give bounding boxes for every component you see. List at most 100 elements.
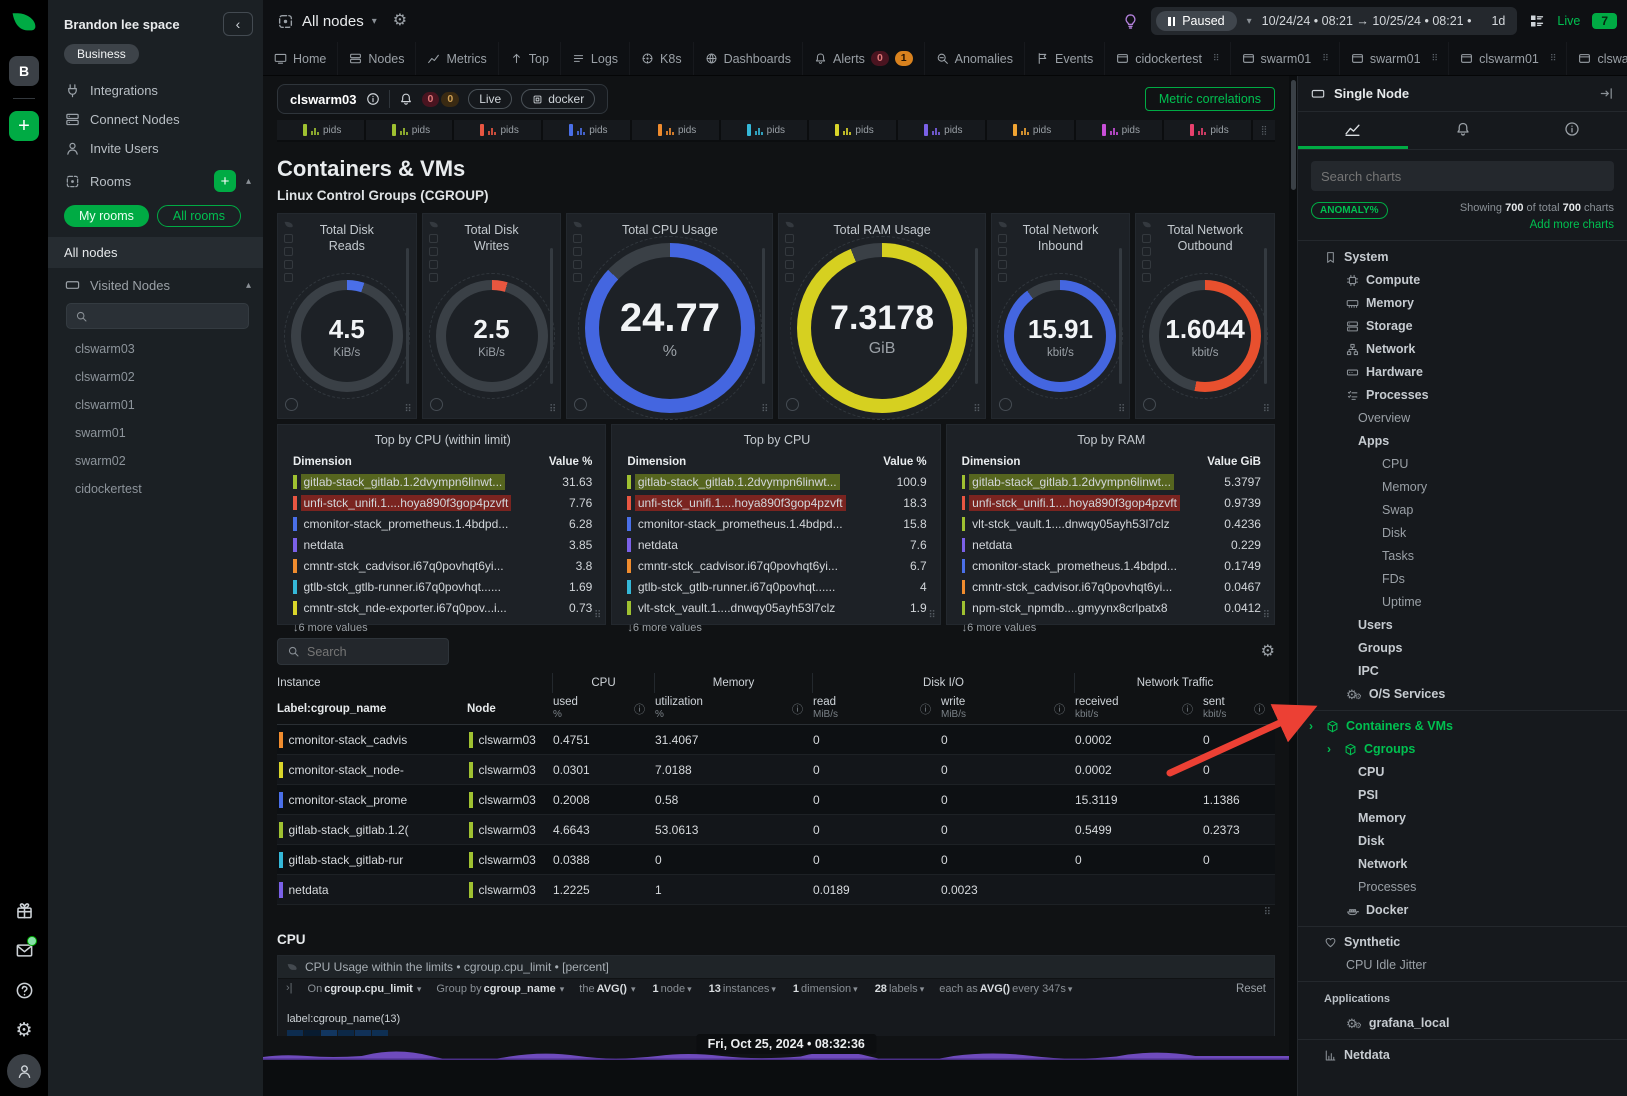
- time-range-text[interactable]: 10/24/24 • 08:21 → 10/25/24 • 08:21 •: [1262, 14, 1472, 28]
- dimension-header[interactable]: Dimension: [962, 456, 1021, 468]
- tree-item-grafana-local[interactable]: ⚙⚙ grafana_local: [1298, 1012, 1627, 1035]
- pids-mini-chart[interactable]: pids: [366, 120, 455, 140]
- table-search[interactable]: [277, 638, 449, 665]
- live-node-count-badge[interactable]: 7: [1592, 13, 1617, 29]
- pids-mini-chart[interactable]: pids: [632, 120, 721, 140]
- tab-k8s[interactable]: K8s: [630, 42, 694, 75]
- main-scrollbar[interactable]: [1289, 76, 1297, 1096]
- table-resize-handle[interactable]: ⠿: [277, 905, 1275, 920]
- netdata-logo-icon[interactable]: [9, 10, 39, 36]
- chart-control[interactable]: each asAVG()every 347s▾: [939, 983, 1072, 995]
- tab-drag-handle[interactable]: ⠿: [1432, 53, 1438, 64]
- toplist-row[interactable]: gitlab-stack_gitlab.1.2dvympn6linwt... 1…: [627, 471, 926, 492]
- tab-home[interactable]: Home: [263, 42, 338, 75]
- anomaly-filter-badge[interactable]: ANOMALY%: [1311, 202, 1388, 219]
- node-view-grid-icon[interactable]: [1529, 13, 1545, 29]
- column-header-node[interactable]: Node: [467, 693, 553, 724]
- toplist-row[interactable]: cmntr-stck_cadvisor.i67q0povhqt6yi... 0.…: [962, 576, 1261, 597]
- pids-mini-chart[interactable]: pids: [809, 120, 898, 140]
- my-rooms-filter[interactable]: My rooms: [64, 205, 149, 227]
- tab-logs[interactable]: Logs: [561, 42, 630, 75]
- column-header-sent[interactable]: sentkbit/sⓘ: [1203, 693, 1275, 724]
- gift-icon[interactable]: [7, 890, 41, 930]
- tree-item-groups[interactable]: Groups: [1298, 637, 1627, 660]
- anomaly-rate-icon[interactable]: [285, 398, 298, 411]
- toplist-row[interactable]: gtlb-stck_gtlb-runner.i67q0povhqt...... …: [627, 576, 926, 597]
- tree-item-cgroups[interactable]: › Cgroups: [1298, 738, 1627, 761]
- node-live-pill[interactable]: Live: [468, 89, 512, 109]
- tab-nodes[interactable]: Nodes: [338, 42, 416, 75]
- gauge-total-network-outbound[interactable]: Total Network Outbound 1.6044 kbit/s ⠿: [1135, 213, 1275, 419]
- tab-alerts[interactable]: Alerts 01: [803, 42, 925, 75]
- tree-item-cpu[interactable]: CPU: [1298, 453, 1627, 476]
- group-header-network[interactable]: Network Traffic: [1075, 673, 1275, 693]
- toplist-row[interactable]: cmonitor-stack_prometheus.1.4bdpd... 15.…: [627, 513, 926, 534]
- more-values-link[interactable]: ↓6 more values: [627, 622, 926, 634]
- node-info-icon[interactable]: [366, 92, 380, 106]
- column-header-label-cgroup-name[interactable]: Label:cgroup_name: [277, 693, 467, 724]
- tree-item-cpu-idle-jitter[interactable]: CPU Idle Jitter: [1298, 954, 1627, 977]
- tab-charts[interactable]: [1298, 112, 1408, 149]
- chart-control[interactable]: 1dimension▾: [791, 983, 858, 995]
- tree-item-memory[interactable]: Memory: [1298, 476, 1627, 499]
- toplist-row[interactable]: unfi-stck_unifi.1....hoya890f3gop4pzvft …: [627, 492, 926, 513]
- pids-mini-chart[interactable]: pids: [1164, 120, 1253, 140]
- tree-item-tasks[interactable]: Tasks: [1298, 545, 1627, 568]
- room-settings-gear-icon[interactable]: ⚙: [393, 13, 407, 29]
- strip-resize-handle[interactable]: ⣿: [1253, 120, 1275, 140]
- toplist-row[interactable]: netdata 7.6: [627, 534, 926, 555]
- instance-row-cmonitor-stack-cadvis[interactable]: cmonitor-stack_cadvis clswarm03 0.475131…: [277, 725, 1275, 755]
- chart-control[interactable]: Group bycgroup_name▾: [436, 983, 564, 995]
- gauge-total-disk-writes[interactable]: Total Disk Writes 2.5 KiB/s ⠿: [422, 213, 562, 419]
- gauge-side-scrollbar[interactable]: [406, 248, 409, 384]
- anomaly-rate-icon[interactable]: [999, 398, 1012, 411]
- tab-drag-handle[interactable]: ⠿: [1550, 53, 1556, 64]
- column-info-icon[interactable]: ⓘ: [1182, 701, 1193, 717]
- scope-caret-icon[interactable]: ▾: [372, 16, 377, 27]
- column-header-received[interactable]: receivedkbit/sⓘ: [1075, 693, 1203, 724]
- more-values-link[interactable]: ↓6 more values: [293, 622, 592, 634]
- tab-metrics[interactable]: Metrics: [416, 42, 498, 75]
- gauge-side-scrollbar[interactable]: [550, 248, 553, 384]
- cpu-limit-chart[interactable]: CPU Usage within the limits • cgroup.cpu…: [277, 955, 1275, 1036]
- charts-search[interactable]: [1311, 161, 1614, 191]
- paused-button[interactable]: Paused: [1156, 11, 1236, 31]
- visited-node-item[interactable]: clswarm01: [48, 391, 263, 419]
- node-alerts-bell-icon[interactable]: [399, 92, 413, 106]
- tree-item-cpu[interactable]: CPU: [1298, 761, 1627, 784]
- add-more-charts-link[interactable]: Add more charts: [1460, 217, 1614, 234]
- toplist-row[interactable]: gitlab-stack_gitlab.1.2dvympn6linwt... 3…: [293, 471, 592, 492]
- pids-mini-chart[interactable]: pids: [543, 120, 632, 140]
- anomaly-rate-icon[interactable]: [430, 398, 443, 411]
- dimension-header[interactable]: Dimension: [293, 456, 352, 468]
- tree-item-memory[interactable]: Memory: [1298, 292, 1627, 315]
- tree-item-ipc[interactable]: IPC: [1298, 660, 1627, 683]
- time-dropdown-caret-icon[interactable]: ▾: [1247, 16, 1252, 27]
- instance-row-gitlab-stack-gitlab-rur[interactable]: gitlab-stack_gitlab-rur clswarm03 0.0388…: [277, 845, 1275, 875]
- column-header-utilization[interactable]: utilization%ⓘ: [655, 693, 813, 724]
- card-resize-handle[interactable]: ⠿: [594, 610, 601, 621]
- toplist-row[interactable]: cmonitor-stack_prometheus.1.4bdpd... 6.2…: [293, 513, 592, 534]
- tree-item-hardware[interactable]: Hardware: [1298, 361, 1627, 384]
- scope-selector[interactable]: All nodes: [302, 13, 364, 30]
- toplist-top-by-cpu-within-limit-[interactable]: Top by CPU (within limit) Dimension Valu…: [277, 424, 606, 625]
- toplist-row[interactable]: cmntr-stck_nde-exporter.i67q0pov...i... …: [293, 597, 592, 618]
- value-header[interactable]: Value GiB: [1207, 456, 1261, 468]
- group-header-disk-io[interactable]: Disk I/O: [813, 673, 1075, 693]
- tree-item-docker[interactable]: Docker: [1298, 899, 1627, 922]
- pids-mini-chart[interactable]: pids: [721, 120, 810, 140]
- card-resize-handle[interactable]: ⠿: [1263, 404, 1270, 415]
- card-resize-handle[interactable]: ⠿: [1263, 610, 1270, 621]
- add-room-button[interactable]: +: [214, 170, 236, 192]
- sidebar-item-rooms[interactable]: Rooms + ▴: [48, 163, 263, 199]
- help-icon[interactable]: [7, 970, 41, 1010]
- card-resize-handle[interactable]: ⠿: [1118, 404, 1125, 415]
- toplist-row[interactable]: vlt-stck_vault.1....dnwqy05ayh53l7clz 1.…: [627, 597, 926, 618]
- toplist-row[interactable]: netdata 0.229: [962, 534, 1261, 555]
- node-tab-swarm01[interactable]: swarm01 ⠿: [1231, 42, 1340, 75]
- column-header-used[interactable]: used%ⓘ: [553, 693, 655, 724]
- tree-item-netdata[interactable]: Netdata: [1298, 1044, 1627, 1067]
- pids-mini-chart[interactable]: pids: [1076, 120, 1165, 140]
- tree-item-disk[interactable]: Disk: [1298, 522, 1627, 545]
- column-info-icon[interactable]: ⓘ: [1054, 701, 1065, 717]
